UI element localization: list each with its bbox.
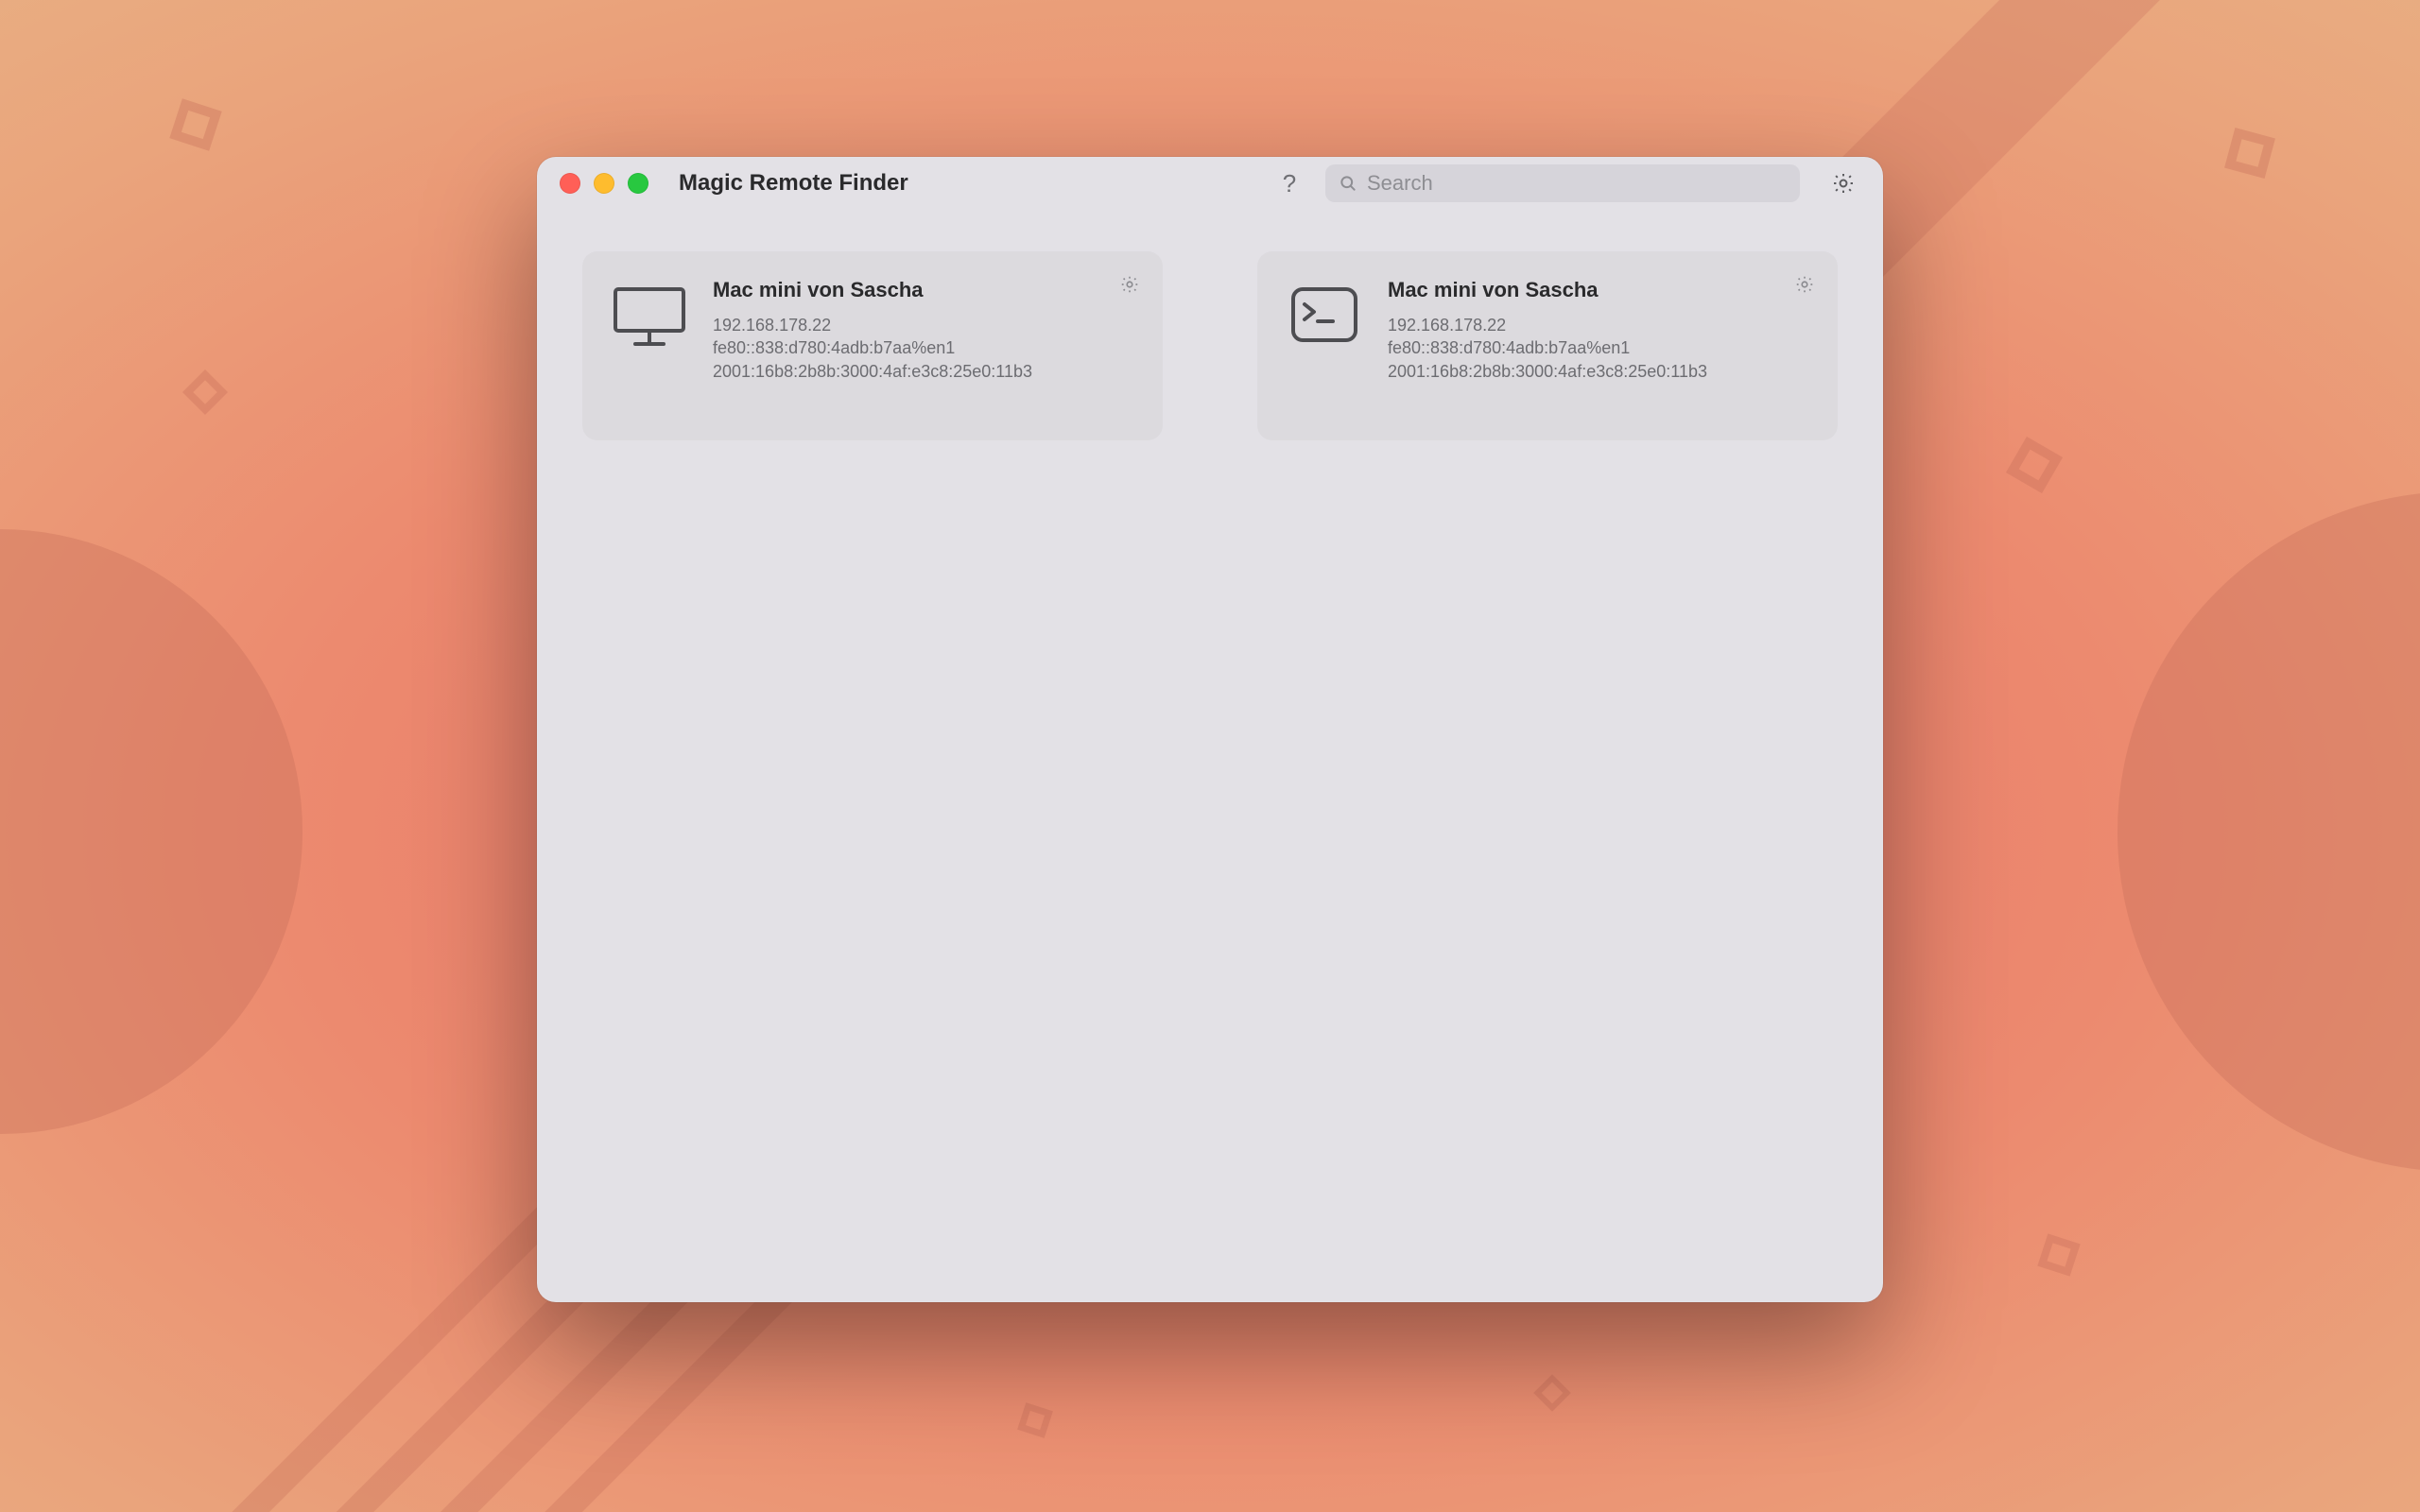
search-input[interactable] [1325,164,1800,202]
device-address: 192.168.178.22 [713,314,1134,336]
help-button[interactable]: ? [1272,166,1306,200]
window-controls [560,173,648,194]
terminal-icon [1286,278,1363,406]
zoom-window-button[interactable] [628,173,648,194]
gear-icon [1119,274,1140,295]
device-card-body: Mac mini von Sascha 192.168.178.22 fe80:… [1388,278,1809,406]
device-grid: Mac mini von Sascha 192.168.178.22 fe80:… [537,210,1883,1302]
close-window-button[interactable] [560,173,580,194]
settings-button[interactable] [1826,166,1860,200]
device-address: 192.168.178.22 [1388,314,1809,336]
device-address: fe80::838:d780:4adb:b7aa%en1 [713,336,1134,359]
app-window: Magic Remote Finder ? [537,157,1883,1302]
minimize-window-button[interactable] [594,173,614,194]
gear-icon [1794,274,1815,295]
search-field-wrap [1325,164,1800,202]
device-address: fe80::838:d780:4adb:b7aa%en1 [1388,336,1809,359]
help-icon: ? [1283,169,1296,198]
device-address: 2001:16b8:2b8b:3000:4af:e3c8:25e0:11b3 [713,360,1134,383]
titlebar: Magic Remote Finder ? [537,157,1883,210]
device-settings-button[interactable] [1794,274,1815,295]
device-card[interactable]: Mac mini von Sascha 192.168.178.22 fe80:… [1257,251,1838,440]
app-title: Magic Remote Finder [679,170,908,197]
device-name: Mac mini von Sascha [1388,278,1809,302]
display-icon [611,278,688,406]
device-card-body: Mac mini von Sascha 192.168.178.22 fe80:… [713,278,1134,406]
device-card[interactable]: Mac mini von Sascha 192.168.178.22 fe80:… [582,251,1163,440]
device-name: Mac mini von Sascha [713,278,1134,302]
gear-icon [1831,171,1856,196]
device-settings-button[interactable] [1119,274,1140,295]
device-address: 2001:16b8:2b8b:3000:4af:e3c8:25e0:11b3 [1388,360,1809,383]
